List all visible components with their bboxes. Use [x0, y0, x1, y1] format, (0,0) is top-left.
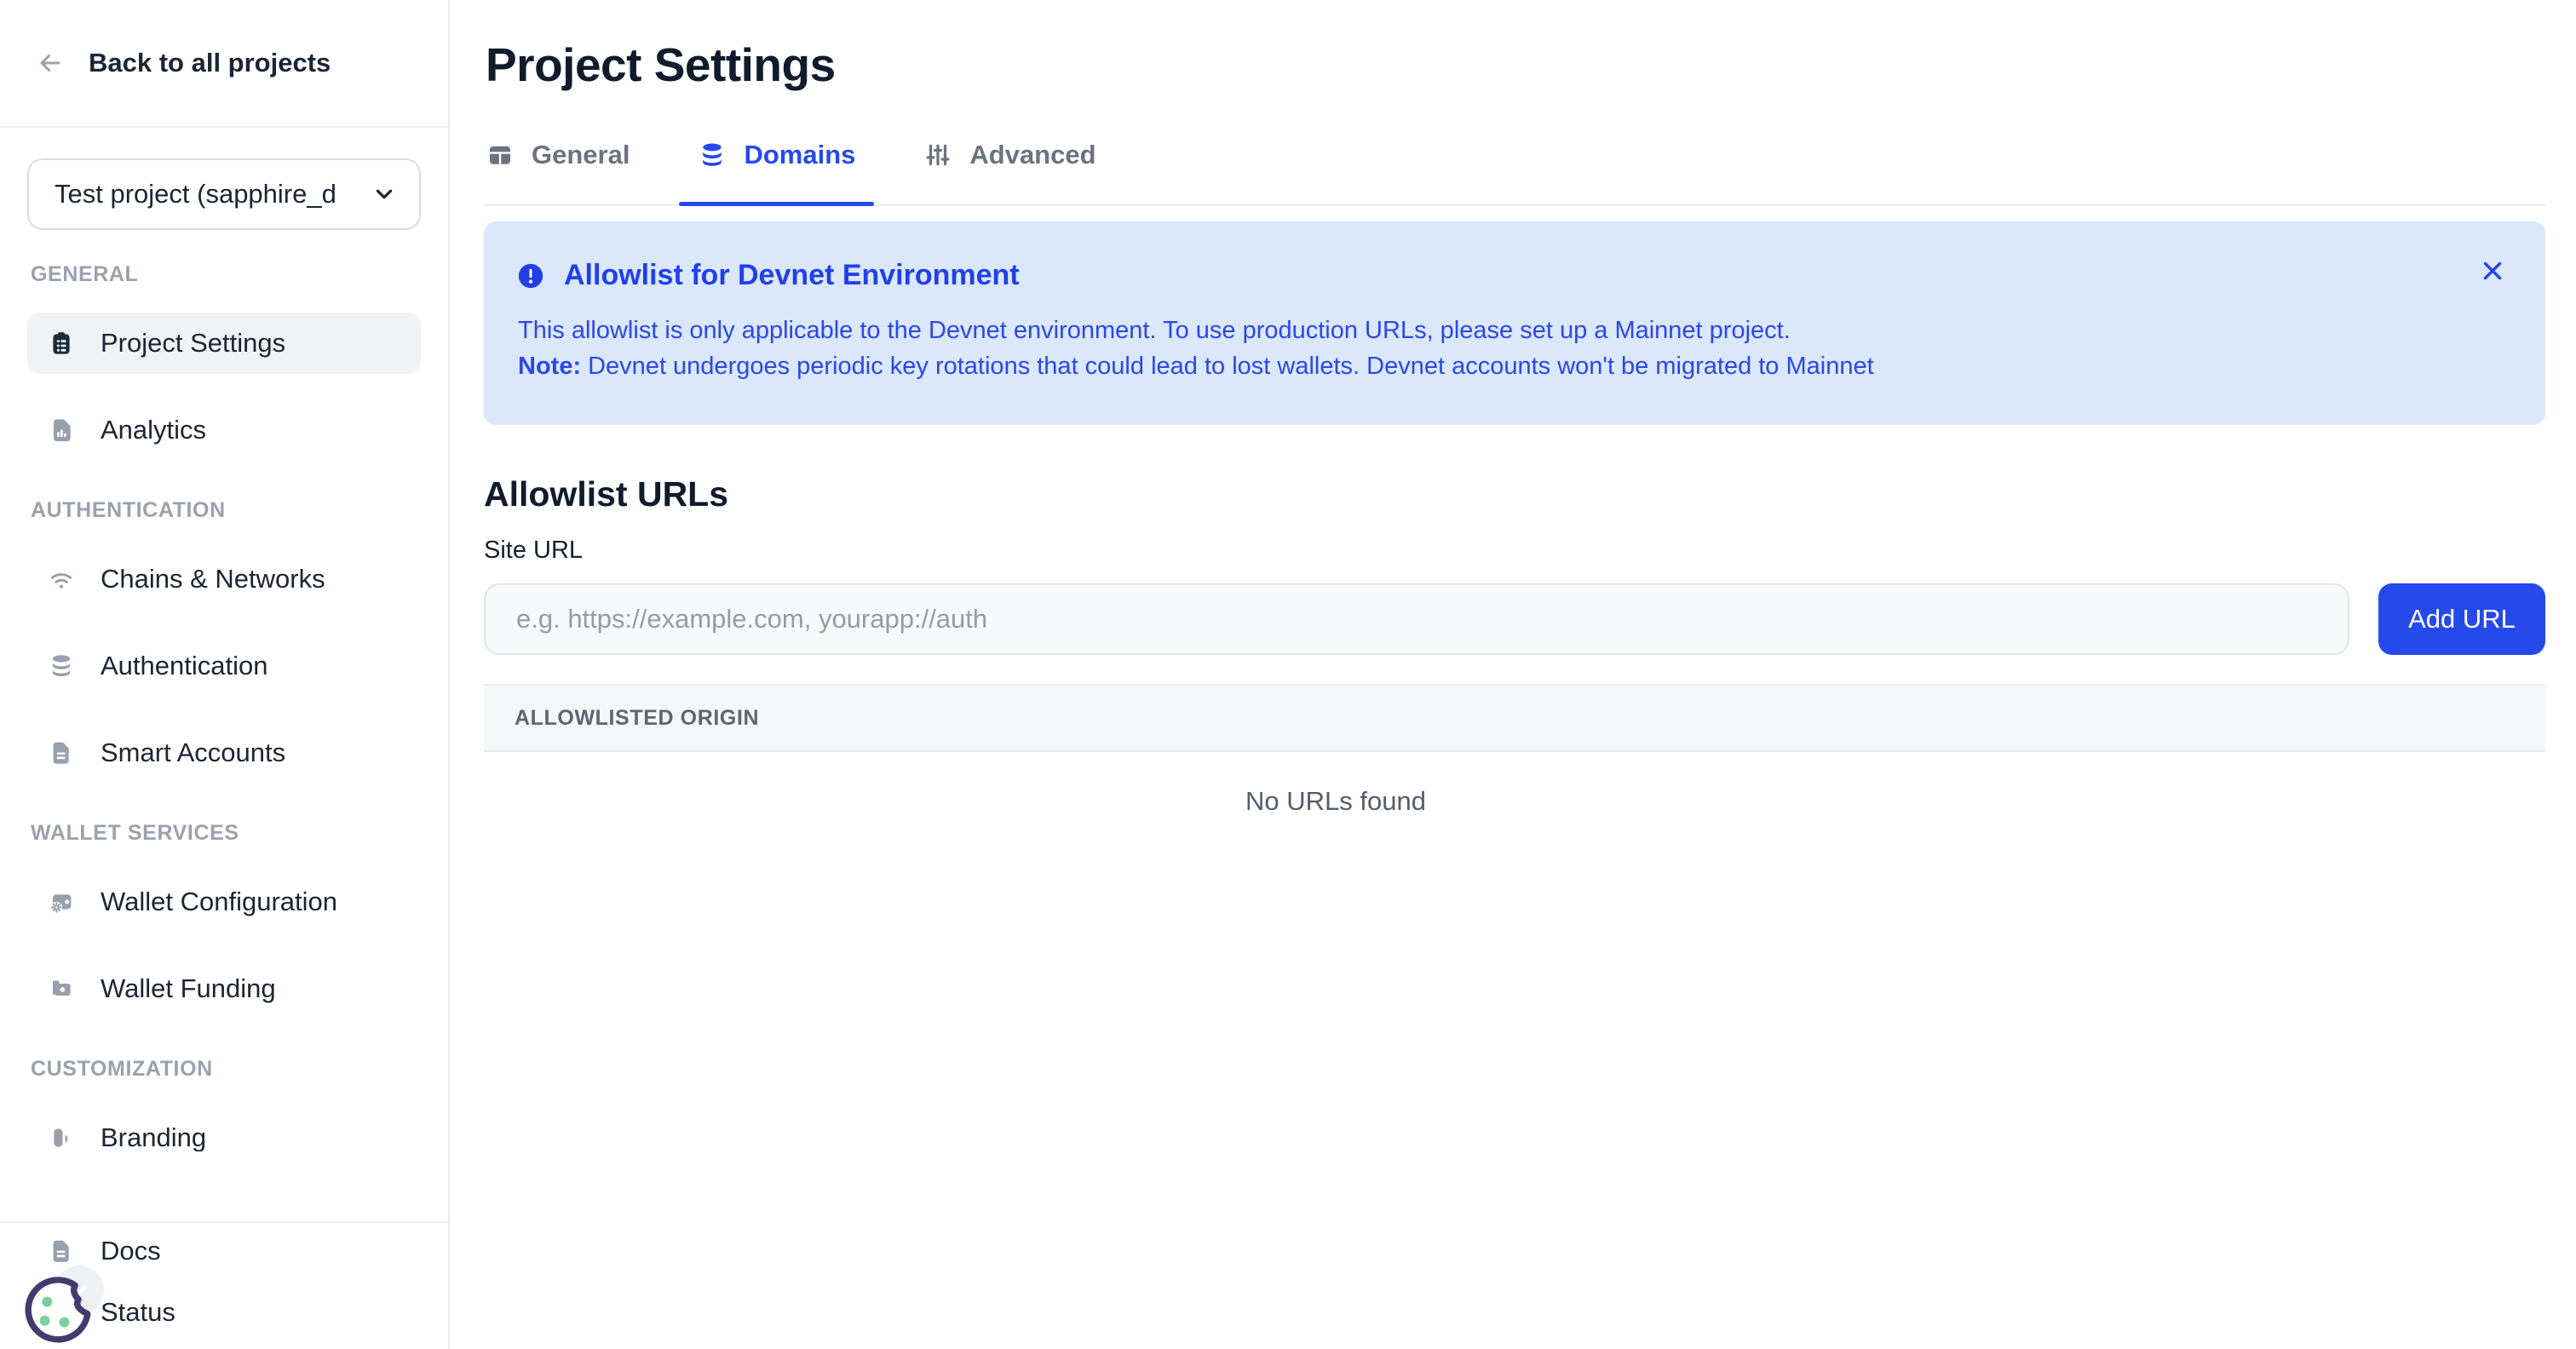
sidebar-section-general: GENERAL [31, 262, 421, 287]
docs-file-icon [48, 1237, 75, 1265]
site-url-row: Add URL [484, 583, 2545, 655]
sidebar-section-customization: CUSTOMIZATION [31, 1057, 421, 1082]
tab-domains[interactable]: Domains [696, 133, 857, 204]
devnet-allowlist-banner: Allowlist for Devnet Environment This al… [484, 221, 2545, 425]
banner-line1: This allowlist is only applicable to the… [518, 313, 2443, 348]
sidebar-item-wallet-funding[interactable]: Wallet Funding [27, 958, 421, 1019]
tab-label: General [532, 140, 630, 170]
tab-general[interactable]: General [484, 133, 631, 204]
close-icon[interactable] [2477, 255, 2508, 286]
chevron-down-icon [371, 181, 397, 207]
wallet-card-icon [48, 975, 75, 1002]
sidebar-item-analytics[interactable]: Analytics [27, 399, 421, 461]
sidebar-item-label: Wallet Configuration [101, 887, 337, 917]
table-grid-icon [486, 141, 515, 169]
tab-bar: General Domains [484, 133, 2545, 206]
banner-body: This allowlist is only applicable to the… [518, 313, 2443, 384]
arrow-left-icon [36, 49, 65, 77]
sidebar-item-label: Project Settings [101, 328, 285, 359]
clipboard-icon [48, 330, 75, 357]
analytics-file-icon [48, 416, 75, 444]
sidebar-item-project-settings[interactable]: Project Settings [27, 313, 421, 374]
sidebar-item-label: Analytics [101, 415, 206, 445]
tab-label: Domains [744, 140, 855, 170]
site-url-label: Site URL [484, 537, 2545, 565]
sidebar: Back to all projects Test project (sapph… [0, 0, 450, 1349]
sidebar-item-wallet-configuration[interactable]: Wallet Configuration [27, 871, 421, 933]
table-header-row: ALLOWLISTED ORIGIN [484, 684, 2545, 752]
sidebar-item-label: Status [101, 1297, 175, 1328]
sidebar-item-label: Authentication [101, 651, 267, 681]
allowlist-table: ALLOWLISTED ORIGIN No URLs found [484, 684, 2545, 817]
sidebar-item-label: Branding [101, 1122, 206, 1151]
sidebar-scroll-area: Test project (sapphire_d GENERAL [0, 128, 448, 1151]
sidebar-item-label: Smart Accounts [101, 738, 285, 768]
wallet-gear-icon [48, 888, 75, 916]
cookie-consent-icon[interactable] [20, 1269, 99, 1347]
file-icon [48, 739, 75, 766]
empty-state-text: No URLs found [484, 752, 2545, 817]
page-title: Project Settings [486, 37, 2545, 92]
database-icon [698, 141, 727, 169]
main-content: Project Settings General [450, 0, 2576, 1349]
project-selector-dropdown[interactable]: Test project (sapphire_d [27, 158, 421, 230]
back-label: Back to all projects [89, 48, 331, 78]
site-url-input[interactable] [484, 583, 2349, 655]
wifi-icon [48, 565, 75, 593]
sidebar-item-chains-networks[interactable]: Chains & Networks [27, 548, 421, 610]
sidebar-item-smart-accounts[interactable]: Smart Accounts [27, 722, 421, 784]
table-header-allowlisted-origin: ALLOWLISTED ORIGIN [515, 706, 759, 731]
sidebar-section-authentication: AUTHENTICATION [31, 498, 421, 523]
banner-title-row: Allowlist for Devnet Environment [516, 259, 2443, 292]
banner-title: Allowlist for Devnet Environment [564, 259, 1020, 292]
allowlist-urls-heading: Allowlist URLs [484, 474, 2545, 514]
tab-advanced[interactable]: Advanced [922, 133, 1097, 204]
project-selector-value: Test project (sapphire_d [55, 179, 358, 210]
sidebar-item-authentication[interactable]: Authentication [27, 635, 421, 697]
banner-note-label: Note: [518, 353, 581, 380]
sidebar-item-label: Chains & Networks [101, 564, 325, 594]
sidebar-item-label: Docs [101, 1236, 161, 1266]
sidebar-item-label: Wallet Funding [101, 973, 276, 1004]
sidebar-item-branding[interactable]: Branding [27, 1107, 421, 1151]
app-root: Back to all projects Test project (sapph… [0, 0, 2576, 1349]
database-icon [48, 652, 75, 680]
branding-icon [48, 1124, 75, 1151]
sidebar-section-wallet-services: WALLET SERVICES [31, 821, 421, 846]
back-to-projects-link[interactable]: Back to all projects [0, 0, 448, 128]
banner-note-text: Devnet undergoes periodic key rotations … [588, 353, 1874, 380]
info-circle-icon [516, 261, 545, 290]
add-url-button[interactable]: Add URL [2378, 583, 2545, 655]
sliders-icon [923, 141, 952, 169]
tab-label: Advanced [969, 140, 1095, 170]
banner-line2: Note: Devnet undergoes periodic key rotat… [518, 348, 2443, 384]
